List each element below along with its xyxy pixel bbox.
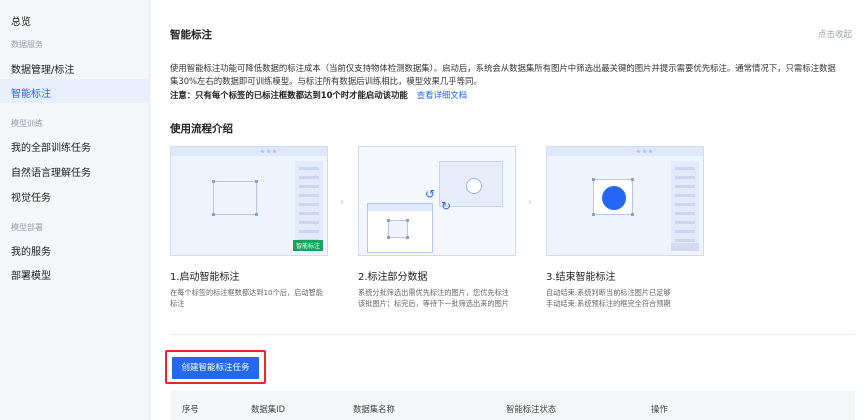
description-line-2: 集30%左右的数据即可训练模型。与标注所有数据后训练相比，模型效果几乎等同。 <box>170 76 482 86</box>
sidebar-group-data: 数据服务 <box>11 40 43 49</box>
page-title: 智能标注 <box>170 29 212 41</box>
description: 使用智能标注功能可降低数据的标注成本（当前仅支持物体检测数据集）。启动后，系统会… <box>170 62 855 88</box>
step-2-title: 2.标注部分数据 <box>358 272 428 283</box>
step-1-desc-line-1: 在每个标签的标注框数都达到10个后，启动智能 <box>170 288 323 297</box>
sidebar-item-smart-label[interactable]: 智能标注 <box>11 85 51 100</box>
step-3-desc-line-1: 自动结束:系统判断当前标注图片已足够 <box>546 288 671 297</box>
column-header-status[interactable]: 智能标注状态 <box>506 403 556 415</box>
sidebar-group-deploy: 模型部署 <box>11 223 43 232</box>
description-line-1: 使用智能标注功能可降低数据的标注成本（当前仅支持物体检测数据集）。启动后，系统会… <box>170 63 836 73</box>
sidebar-item-overview[interactable]: 总览 <box>11 13 31 28</box>
column-header-index[interactable]: 序号 <box>182 403 199 415</box>
step-3-desc-line-2: 手动结束:系统预标注的框完全符合预期 <box>546 299 671 308</box>
smart-label-tag: 智能标注 <box>292 240 323 251</box>
step-2-desc: 系统分批筛选出需优先标注的图片，您优先标注 该批图片；标完后，等待下一批筛选出来… <box>358 287 533 309</box>
robot-icon <box>466 178 482 194</box>
sidebar-item-my-service[interactable]: 我的服务 <box>11 243 51 258</box>
notice: 注意：只有每个标签的已标注框数都达到10个时才能启动该功能 查看详细文档 <box>170 89 467 101</box>
sidebar-item-data-mgmt[interactable]: 数据管理/标注 <box>11 61 74 76</box>
divider <box>170 334 855 335</box>
sidebar-item-all-train[interactable]: 我的全部训练任务 <box>11 139 91 154</box>
chevron-right-icon: › <box>340 197 344 208</box>
step-3-title: 3.结束智能标注 <box>546 272 616 283</box>
workflow-title: 使用流程介绍 <box>170 123 233 135</box>
sidebar-group-train: 模型训练 <box>11 119 43 128</box>
step-2-desc-line-1: 系统分批筛选出需优先标注的图片，您优先标注 <box>358 288 509 297</box>
collapse-link[interactable]: 点击收起 <box>818 28 852 40</box>
sidebar-item-nlu[interactable]: 自然语言理解任务 <box>11 164 91 179</box>
step-1-desc: 在每个标签的标注框数都达到10个后，启动智能 标注 <box>170 287 345 309</box>
notice-text: 注意：只有每个标签的已标注框数都达到10个时才能启动该功能 <box>170 90 408 100</box>
cycle-arrow-icon: ↺ <box>425 187 436 201</box>
step-1-illustration: 智能标注 <box>170 146 328 256</box>
chevron-right-icon: › <box>528 197 532 208</box>
step-1-title: 1.启动智能标注 <box>170 272 240 283</box>
docs-link[interactable]: 查看详细文档 <box>417 90 467 100</box>
column-header-dataset-name[interactable]: 数据集名称 <box>353 403 395 415</box>
column-header-actions[interactable]: 操作 <box>651 403 668 415</box>
main-content: 智能标注 点击收起 使用智能标注功能可降低数据的标注成本（当前仅支持物体检测数据… <box>151 0 864 420</box>
table-header: 序号 数据集ID 数据集名称 智能标注状态 操作 <box>170 391 855 420</box>
create-smart-label-button[interactable]: 创建智能标注任务 <box>172 357 259 379</box>
step-3-illustration <box>546 146 704 256</box>
sidebar: 总览 数据服务 数据管理/标注 智能标注 模型训练 我的全部训练任务 自然语言理… <box>0 0 150 420</box>
step-2-illustration: ↺ ↻ <box>358 146 516 256</box>
step-2-desc-line-2: 该批图片；标完后，等待下一批筛选出来的图片 <box>358 299 509 308</box>
sidebar-item-deploy-model[interactable]: 部署模型 <box>11 267 51 282</box>
sidebar-item-vision[interactable]: 视觉任务 <box>11 189 51 204</box>
cycle-arrow-icon-2: ↻ <box>441 199 452 213</box>
step-3-desc: 自动结束:系统判断当前标注图片已足够 手动结束:系统预标注的框完全符合预期 <box>546 287 721 309</box>
target-circle <box>602 186 626 210</box>
column-header-dataset-id[interactable]: 数据集ID <box>251 403 285 415</box>
step-1-desc-line-2: 标注 <box>170 299 185 308</box>
tag-placeholder <box>671 243 699 251</box>
